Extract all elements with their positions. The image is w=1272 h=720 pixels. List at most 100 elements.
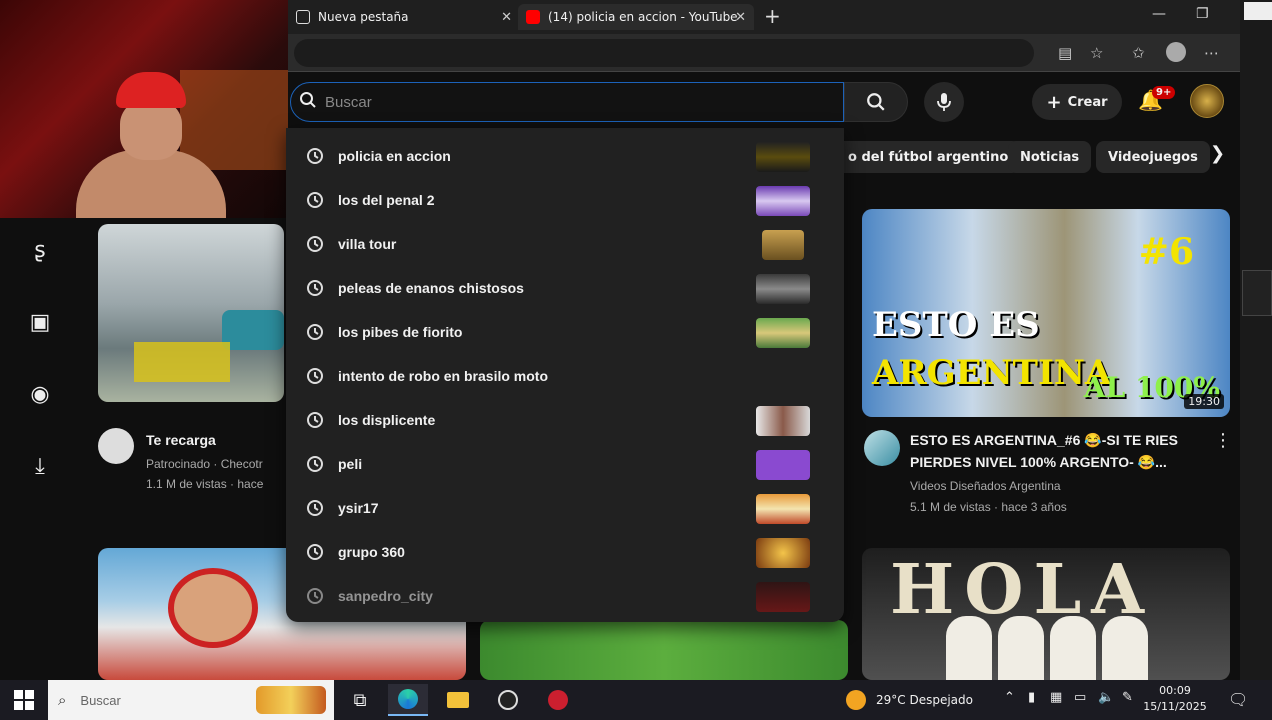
windows-start-icon[interactable] — [14, 690, 34, 710]
display-icon[interactable]: ▭ — [1074, 690, 1086, 705]
video-thumbnail-ad[interactable] — [98, 224, 284, 402]
webcam-cap — [116, 72, 186, 108]
document-preview — [1244, 2, 1272, 20]
suggestion-thumbnail — [762, 230, 804, 260]
suggestion-item[interactable]: los displicente — [286, 398, 844, 442]
channel-avatar[interactable] — [864, 430, 900, 466]
video-thumbnail-argentina[interactable]: #6 ESTO ES ARGENTINA AL 100% 19:30 — [862, 209, 1230, 417]
usb-icon[interactable]: ▮ — [1028, 690, 1035, 705]
history-icon — [302, 407, 328, 433]
close-tab-icon[interactable]: ✕ — [735, 10, 746, 25]
system-clock[interactable]: 00:09 15/11/2025 — [1142, 683, 1208, 715]
channel-avatar[interactable] — [98, 428, 134, 464]
chip-noticias[interactable]: Noticias — [1008, 141, 1092, 173]
create-button[interactable]: + Crear — [1032, 84, 1122, 120]
page-icon — [296, 10, 310, 24]
obs-icon[interactable] — [488, 684, 528, 716]
search-box[interactable] — [290, 82, 844, 122]
person-figure — [1050, 616, 1096, 680]
video-channel[interactable]: Videos Diseñados Argentina — [910, 476, 1061, 496]
network-icon[interactable]: ▦ — [1050, 690, 1062, 705]
suggestion-item[interactable]: ysir17 — [286, 486, 844, 530]
you-icon[interactable]: ◉ — [24, 378, 56, 410]
edge-browser-icon[interactable] — [388, 684, 428, 716]
voice-search-button[interactable] — [924, 82, 964, 122]
suggestion-thumbnail — [756, 274, 810, 304]
suggestion-text: los pibes de fiorito — [338, 324, 463, 340]
thumb-text-line1: ESTO ES — [872, 305, 1040, 345]
thumb-episode-text: #6 — [1138, 231, 1194, 273]
history-icon — [302, 275, 328, 301]
notification-center-icon[interactable]: 🗨 — [1228, 690, 1248, 709]
video-title[interactable]: Te recarga — [146, 430, 216, 450]
right-side-panel — [1240, 0, 1272, 680]
history-icon — [302, 187, 328, 213]
chevron-up-icon[interactable]: ⌃ — [1004, 690, 1015, 705]
task-view-icon[interactable]: ⧉ — [340, 684, 380, 716]
video-title-line1[interactable]: ESTO ES ARGENTINA_#6 😂-SI TE RIES — [910, 430, 1178, 450]
history-icon — [302, 583, 328, 609]
video-channel: Patrocinado · Checotr — [146, 457, 263, 471]
pen-icon[interactable]: ✎ — [1122, 690, 1133, 705]
weather-widget[interactable]: 29°C Despejado — [846, 690, 973, 710]
shorts-icon[interactable]: ʂ — [24, 234, 56, 266]
profile-icon[interactable] — [1166, 42, 1186, 62]
search-input[interactable] — [325, 93, 805, 111]
reader-icon[interactable]: ▤ — [1058, 44, 1072, 62]
webcam-overlay — [0, 0, 288, 218]
chip-futbol[interactable]: o del fútbol argentino — [836, 141, 1021, 173]
address-bar: ▤ ☆ ✩ ⋯ — [288, 34, 1240, 72]
suggestion-thumbnail — [756, 538, 810, 568]
video-title-line2[interactable]: PIERDES NIVEL 100% ARGENTO- 😂... — [910, 452, 1167, 472]
volume-icon[interactable]: 🔈 — [1098, 690, 1114, 705]
minimize-button[interactable]: — — [1152, 6, 1166, 22]
suggestion-thumbnail — [756, 406, 810, 436]
suggestion-thumbnail — [756, 582, 810, 612]
chip-videojuegos[interactable]: Videojuegos — [1096, 141, 1210, 173]
tab-youtube[interactable]: (14) policia en accion - YouTube ✕ — [518, 4, 754, 30]
suggestion-item[interactable]: grupo 360 — [286, 530, 844, 574]
recording-app-icon[interactable] — [538, 684, 578, 716]
taskbar-search-input[interactable] — [80, 692, 231, 708]
plus-icon: + — [1046, 91, 1062, 113]
more-options-icon[interactable]: ⋯ — [1204, 44, 1219, 62]
suggestion-item[interactable]: los del penal 2 — [286, 178, 844, 222]
history-icon — [302, 231, 328, 257]
close-tab-icon[interactable]: ✕ — [501, 10, 512, 25]
clock-date: 15/11/2025 — [1143, 700, 1207, 713]
suggestion-item[interactable]: villa tour — [286, 222, 844, 266]
search-button[interactable] — [844, 82, 908, 122]
favorites-icon[interactable]: ✩ — [1132, 44, 1145, 62]
suggestion-text: sanpedro_city — [338, 588, 433, 604]
more-actions-icon[interactable]: ⋮ — [1214, 430, 1232, 451]
tab-new-tab[interactable]: Nueva pestaña ✕ — [288, 4, 520, 30]
favorite-star-icon[interactable]: ☆ — [1090, 44, 1103, 62]
account-avatar[interactable] — [1190, 84, 1224, 118]
suggestion-item[interactable]: peli — [286, 442, 844, 486]
taskbar-search[interactable]: ⌕ — [48, 680, 334, 720]
video-thumbnail-soccer[interactable] — [480, 620, 848, 680]
suggestion-item[interactable]: los pibes de fiorito — [286, 310, 844, 354]
search-suggestions-dropdown: policia en accion los del penal 2 villa … — [286, 128, 844, 622]
windows-taskbar: ⌕ ⧉ 29°C Despejado ⌃ ▮ ▦ ▭ 🔈 ✎ 00:09 15/… — [0, 680, 1272, 720]
new-tab-button[interactable]: + — [764, 4, 781, 28]
suggestion-item[interactable]: intento de robo en brasilo moto — [286, 354, 844, 398]
person-figure — [998, 616, 1044, 680]
suggestion-text: ysir17 — [338, 500, 379, 516]
suggestion-thumbnail — [756, 186, 810, 216]
suggestion-text: policia en accion — [338, 148, 451, 164]
suggestion-item[interactable]: peleas de enanos chistosos — [286, 266, 844, 310]
url-field[interactable] — [294, 39, 1034, 67]
file-explorer-icon[interactable] — [438, 684, 478, 716]
suggestion-item[interactable]: sanpedro_city — [286, 574, 844, 618]
suggestion-thumbnail — [756, 494, 810, 524]
history-icon — [302, 319, 328, 345]
subscriptions-icon[interactable]: ▣ — [24, 306, 56, 338]
suggestion-item[interactable]: policia en accion — [286, 134, 844, 178]
chevron-right-icon[interactable]: ❯ — [1210, 143, 1225, 164]
video-thumbnail-hola[interactable]: HOLA — [862, 548, 1230, 680]
youtube-header: + Crear 🔔 9+ — [288, 72, 1240, 132]
history-icon — [302, 495, 328, 521]
downloads-icon[interactable]: ⤓ — [24, 450, 56, 482]
restore-button[interactable]: ❐ — [1196, 6, 1209, 22]
